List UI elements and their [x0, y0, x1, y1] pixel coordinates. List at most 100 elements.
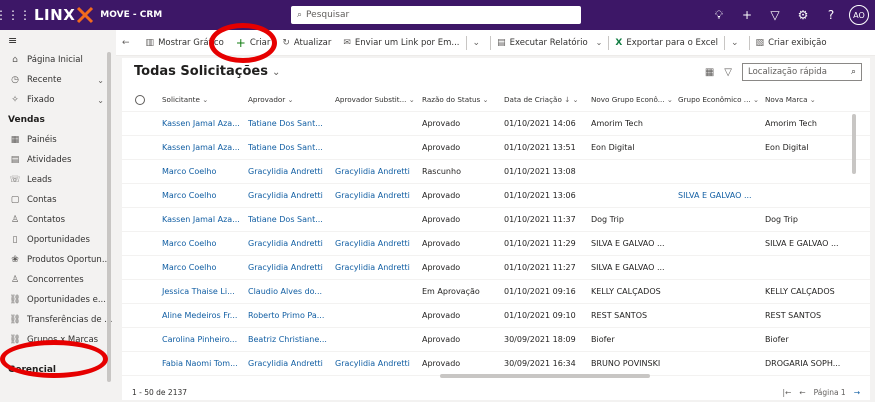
- cell-solicitante[interactable]: Fabia Naomi Tom...: [158, 359, 244, 368]
- table-row[interactable]: Fabia Naomi Tom... Gracylidia Andretti Gra…: [122, 352, 870, 376]
- column-header-aprovador[interactable]: Aprovador ⌄: [244, 95, 331, 104]
- sidebar-item-concorrentes[interactable]: ♙ Concorrentes: [0, 270, 116, 290]
- cell-solicitante[interactable]: Kassen Jamal Aza...: [158, 119, 244, 128]
- cell-aprovador-substituto[interactable]: Gracylidia Andretti: [331, 359, 418, 368]
- cell-aprovador[interactable]: Tatiane Dos Sant...: [244, 119, 331, 128]
- global-search-input[interactable]: ⌕ Pesquisar: [291, 6, 581, 24]
- cell-grupo-economico[interactable]: SILVA E GALVAO ...: [674, 191, 761, 200]
- email-link-button[interactable]: ✉ Enviar um Link por Em...: [337, 30, 465, 56]
- sidebar-item-paineis[interactable]: ▦ Painéis: [0, 130, 116, 150]
- select-all-checkbox[interactable]: [122, 94, 158, 105]
- cell-aprovador[interactable]: Gracylidia Andretti: [244, 191, 331, 200]
- help-icon[interactable]: ?: [817, 8, 845, 22]
- create-view-button[interactable]: ▧ Criar exibição: [750, 30, 833, 56]
- chevron-down-icon[interactable]: ⌄: [272, 67, 280, 78]
- edit-columns-icon[interactable]: ▦: [705, 67, 714, 78]
- contact-icon: ♙: [10, 215, 20, 225]
- chevron-down-icon[interactable]: ⌄: [97, 76, 104, 85]
- search-icon[interactable]: ⌕: [851, 67, 856, 77]
- sidebar-item-contas[interactable]: ▢ Contas: [0, 190, 116, 210]
- previous-page-icon[interactable]: ←: [799, 388, 805, 397]
- cell-aprovador[interactable]: Tatiane Dos Sant...: [244, 143, 331, 152]
- hamburger-menu-icon[interactable]: ≡: [0, 30, 116, 50]
- refresh-button[interactable]: ↻ Atualizar: [276, 30, 337, 56]
- filter-icon[interactable]: ▽: [761, 8, 789, 22]
- column-header-nova-marca[interactable]: Nova Marca ⌄: [761, 95, 861, 104]
- cell-solicitante[interactable]: Aline Medeiros Fr...: [158, 311, 244, 320]
- column-header-solicitante[interactable]: Solicitante ⌄: [158, 95, 244, 104]
- quick-find-input[interactable]: Localização rápida ⌕: [742, 63, 862, 81]
- view-selector[interactable]: Todas Solicitações ⌄: [134, 64, 280, 79]
- table-row[interactable]: Kassen Jamal Aza... Tatiane Dos Sant... Ap…: [122, 208, 870, 232]
- sidebar-scrollbar[interactable]: [107, 52, 111, 382]
- avatar[interactable]: AO: [849, 5, 869, 25]
- cell-solicitante[interactable]: Marco Coelho: [158, 191, 244, 200]
- export-dropdown[interactable]: ⌄: [725, 30, 749, 56]
- sidebar-item-atividades[interactable]: ▤ Atividades: [0, 150, 116, 170]
- sidebar-item-contatos[interactable]: ♙ Contatos: [0, 210, 116, 230]
- cell-solicitante[interactable]: Marco Coelho: [158, 239, 244, 248]
- app-launcher-icon[interactable]: ⋮⋮⋮: [0, 0, 31, 30]
- cell-aprovador[interactable]: Tatiane Dos Sant...: [244, 215, 331, 224]
- table-row[interactable]: Jessica Thaise Li... Claudio Alves do... E…: [122, 280, 870, 304]
- table-row[interactable]: Aline Medeiros Fr... Roberto Primo Pa... A…: [122, 304, 870, 328]
- cell-aprovador[interactable]: Gracylidia Andretti: [244, 239, 331, 248]
- cell-nova-marca: Dog Trip: [765, 215, 798, 224]
- table-row[interactable]: Kassen Jamal Aza... Tatiane Dos Sant... Ap…: [122, 112, 870, 136]
- chevron-down-icon: ⌄: [202, 95, 209, 104]
- cell-solicitante[interactable]: Carolina Pinheiro...: [158, 335, 244, 344]
- table-row[interactable]: Marco Coelho Gracylidia Andretti Gracylidi…: [122, 160, 870, 184]
- cell-aprovador-substituto[interactable]: Gracylidia Andretti: [331, 263, 418, 272]
- chevron-down-icon[interactable]: ⌄: [97, 96, 104, 105]
- app-name[interactable]: MOVE - CRM: [100, 10, 162, 20]
- table-row[interactable]: Kassen Jamal Aza... Tatiane Dos Sant... Ap…: [122, 136, 870, 160]
- cell-aprovador[interactable]: Gracylidia Andretti: [244, 359, 331, 368]
- column-header-grupo-economico[interactable]: Grupo Econômico ... ⌄: [674, 95, 761, 104]
- sidebar-item-produtos-oportunidade[interactable]: ❀ Produtos Oportun...: [0, 250, 116, 270]
- cell-aprovador[interactable]: Beatriz Christiane...: [244, 335, 331, 344]
- sidebar-item-oportunidades[interactable]: ▯ Oportunidades: [0, 230, 116, 250]
- sidebar-item-recent[interactable]: ◷ Recente ⌄: [0, 70, 116, 90]
- grid-vertical-scrollbar[interactable]: [852, 114, 856, 174]
- more-dropdown[interactable]: ⌄: [467, 30, 491, 56]
- cell-solicitante[interactable]: Jessica Thaise Li...: [158, 287, 244, 296]
- grid-horizontal-scrollbar[interactable]: [440, 374, 650, 378]
- chevron-down-icon[interactable]: ⌄: [596, 38, 603, 47]
- lightbulb-icon[interactable]: 💡︎: [705, 8, 733, 23]
- cell-aprovador[interactable]: Claudio Alves do...: [244, 287, 331, 296]
- cell-aprovador-substituto[interactable]: Gracylidia Andretti: [331, 191, 418, 200]
- table-row[interactable]: Marco Coelho Gracylidia Andretti Gracylidi…: [122, 256, 870, 280]
- run-report-button[interactable]: ▤ Executar Relatório ⌄: [491, 30, 608, 56]
- table-row[interactable]: Carolina Pinheiro... Beatriz Christiane..…: [122, 328, 870, 352]
- table-row[interactable]: Marco Coelho Gracylidia Andretti Gracylidi…: [122, 184, 870, 208]
- logo-x-icon: [77, 6, 94, 24]
- column-header-data-criacao[interactable]: Data de Criação ↓ ⌄: [500, 95, 587, 104]
- table-row[interactable]: Marco Coelho Gracylidia Andretti Gracylidi…: [122, 232, 870, 256]
- export-excel-button[interactable]: X Exportar para o Excel: [609, 30, 724, 56]
- sidebar-item-oportunidades-e[interactable]: ⛓ Oportunidades e...: [0, 290, 116, 310]
- plus-icon[interactable]: +: [733, 8, 761, 22]
- column-header-razao-status[interactable]: Razão do Status ⌄: [418, 95, 500, 104]
- first-page-icon[interactable]: |←: [782, 388, 791, 397]
- cell-solicitante[interactable]: Kassen Jamal Aza...: [158, 143, 244, 152]
- sidebar-item-home[interactable]: ⌂ Página Inicial: [0, 50, 116, 70]
- sidebar-item-label: Fixado: [27, 95, 55, 105]
- cell-aprovador-substituto[interactable]: Gracylidia Andretti: [331, 239, 418, 248]
- cell-aprovador-substituto[interactable]: Gracylidia Andretti: [331, 167, 418, 176]
- sidebar-item-transferencias[interactable]: ⛓ Transferências de ...: [0, 310, 116, 330]
- next-page-icon[interactable]: →: [854, 388, 860, 397]
- cell-data-criacao: 30/09/2021 16:34: [504, 359, 576, 368]
- cell-aprovador[interactable]: Gracylidia Andretti: [244, 167, 331, 176]
- cell-solicitante[interactable]: Marco Coelho: [158, 167, 244, 176]
- sidebar-item-pinned[interactable]: ✧ Fixado ⌄: [0, 90, 116, 110]
- cell-aprovador[interactable]: Gracylidia Andretti: [244, 263, 331, 272]
- gear-icon[interactable]: ⚙: [789, 8, 817, 22]
- filter-icon[interactable]: ▽: [724, 67, 732, 78]
- cell-aprovador[interactable]: Roberto Primo Pa...: [244, 311, 331, 320]
- column-header-aprovador-substituto[interactable]: Aprovador Substit... ⌄: [331, 95, 418, 104]
- cell-solicitante[interactable]: Kassen Jamal Aza...: [158, 215, 244, 224]
- sidebar-item-leads[interactable]: ☏ Leads: [0, 170, 116, 190]
- column-header-novo-grupo[interactable]: Novo Grupo Econô... ⌄: [587, 95, 674, 104]
- back-button[interactable]: ←: [116, 30, 140, 56]
- cell-solicitante[interactable]: Marco Coelho: [158, 263, 244, 272]
